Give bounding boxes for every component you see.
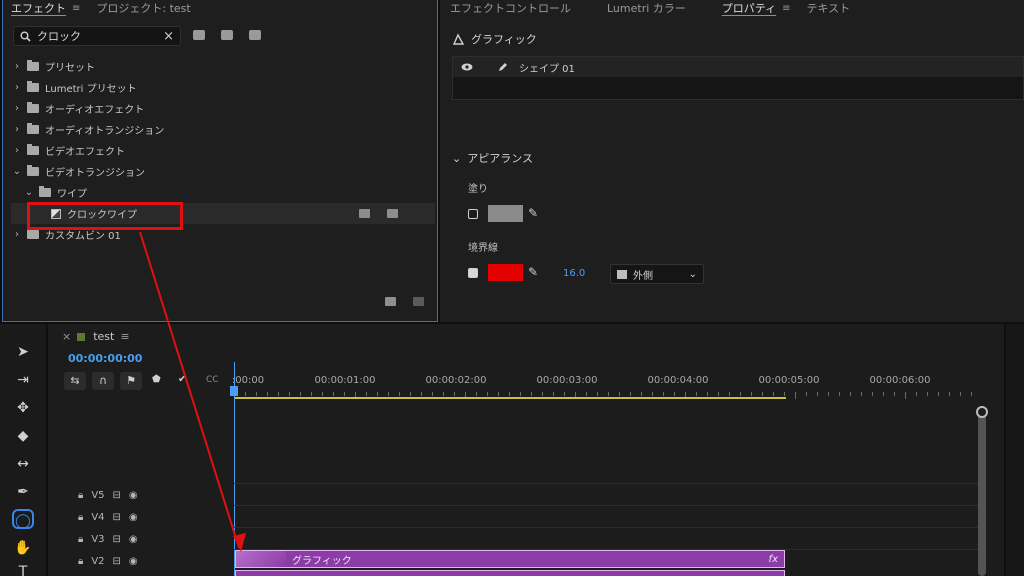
annotation-arrow <box>139 231 246 552</box>
